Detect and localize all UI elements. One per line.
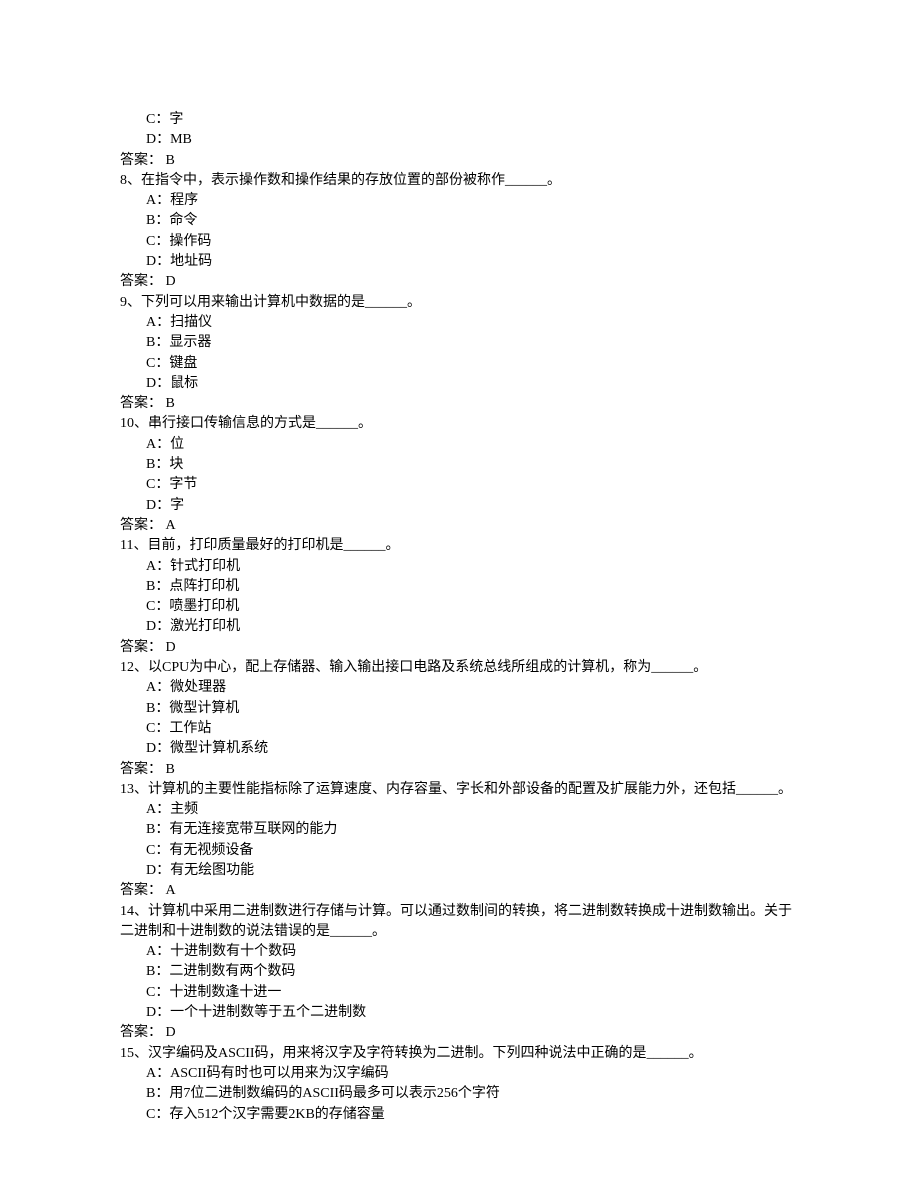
answer-label: 答案： [120, 762, 162, 777]
option: C：操作码 [120, 232, 800, 252]
answer-label: 答案： [120, 396, 162, 411]
question-number: 10、 [120, 416, 148, 431]
option: B：命令 [120, 211, 800, 231]
option: C：存入512个汉字需要2KB的存储容量 [120, 1105, 800, 1125]
question-number: 12、 [120, 660, 148, 675]
question-stem: 11、目前，打印质量最好的打印机是______。 [120, 536, 800, 556]
answer-value: D [162, 640, 176, 655]
answer-line: 答案： D [120, 1023, 800, 1043]
question-text: 目前，打印质量最好的打印机是 [147, 538, 343, 553]
option-c: C：字 [120, 110, 800, 130]
option: B：显示器 [120, 333, 800, 353]
question-number: 9、 [120, 295, 141, 310]
option: D：激光打印机 [120, 617, 800, 637]
question-stem: 15、汉字编码及ASCII码，用来将汉字及字符转换为二进制。下列四种说法中正确的… [120, 1044, 800, 1064]
question-tail: 。 [693, 660, 707, 675]
question-text: 下列可以用来输出计算机中数据的是 [141, 295, 365, 310]
option: B：微型计算机 [120, 699, 800, 719]
option: C：喷墨打印机 [120, 597, 800, 617]
answer-value: D [162, 274, 176, 289]
question-stem: 12、以CPU为中心，配上存储器、输入输出接口电路及系统总线所组成的计算机，称为… [120, 658, 800, 678]
question-stem: 14、计算机中采用二进制数进行存储与计算。可以通过数制间的转换，将二进制数转换成… [120, 902, 800, 943]
question-tail: 。 [358, 416, 372, 431]
question-stem: 9、下列可以用来输出计算机中数据的是______。 [120, 293, 800, 313]
option: D：有无绘图功能 [120, 861, 800, 881]
blank: ______ [505, 173, 547, 188]
answer-line: 答案： A [120, 881, 800, 901]
answer-line: 答案： D [120, 272, 800, 292]
question-tail: 。 [778, 782, 792, 797]
question-tail: 。 [407, 295, 421, 310]
answer-value: B [162, 762, 175, 777]
question-text: 计算机的主要性能指标除了运算速度、内存容量、字长和外部设备的配置及扩展能力外，还… [148, 782, 736, 797]
blank: ______ [647, 1046, 689, 1061]
question-tail: 。 [385, 538, 399, 553]
answer-label: 答案： [120, 274, 162, 289]
option: A：针式打印机 [120, 557, 800, 577]
question-number: 14、 [120, 904, 148, 919]
blank: ______ [365, 295, 407, 310]
option: A：十进制数有十个数码 [120, 942, 800, 962]
option: C：十进制数逢十进一 [120, 983, 800, 1003]
question-text: 汉字编码及ASCII码，用来将汉字及字符转换为二进制。下列四种说法中正确的是 [148, 1046, 647, 1061]
answer-label: 答案： [120, 640, 162, 655]
question-number: 11、 [120, 538, 147, 553]
option: C：工作站 [120, 719, 800, 739]
option: D：微型计算机系统 [120, 739, 800, 759]
option: B：块 [120, 455, 800, 475]
blank: ______ [736, 782, 778, 797]
answer-line: 答案： B [120, 760, 800, 780]
answer-value: B [162, 153, 175, 168]
option: D：一个十进制数等于五个二进制数 [120, 1003, 800, 1023]
option: B：二进制数有两个数码 [120, 962, 800, 982]
question-stem: 10、串行接口传输信息的方式是______。 [120, 414, 800, 434]
option: C：字节 [120, 475, 800, 495]
answer-label: 答案： [120, 518, 162, 533]
question-text: 在指令中，表示操作数和操作结果的存放位置的部份被称作 [141, 173, 505, 188]
option: B：用7位二进制数编码的ASCII码最多可以表示256个字符 [120, 1084, 800, 1104]
answer-line: 答案： D [120, 638, 800, 658]
answer-line: 答案： B [120, 151, 800, 171]
blank: ______ [330, 924, 372, 939]
question-number: 13、 [120, 782, 148, 797]
blank: ______ [651, 660, 693, 675]
question-stem: 8、在指令中，表示操作数和操作结果的存放位置的部份被称作______。 [120, 171, 800, 191]
question-number: 8、 [120, 173, 141, 188]
option: A：微处理器 [120, 678, 800, 698]
answer-value: A [162, 883, 176, 898]
option: B：有无连接宽带互联网的能力 [120, 820, 800, 840]
option: C：有无视频设备 [120, 841, 800, 861]
question-tail: 。 [547, 173, 561, 188]
answer-line: 答案： A [120, 516, 800, 536]
option: A：程序 [120, 191, 800, 211]
blank: ______ [343, 538, 385, 553]
option: A：主频 [120, 800, 800, 820]
answer-value: D [162, 1025, 176, 1040]
answer-label: 答案： [120, 883, 162, 898]
question-number: 15、 [120, 1046, 148, 1061]
option: C：键盘 [120, 354, 800, 374]
option: B：点阵打印机 [120, 577, 800, 597]
answer-value: B [162, 396, 175, 411]
question-tail: 。 [372, 924, 386, 939]
blank: ______ [316, 416, 358, 431]
question-text: 串行接口传输信息的方式是 [148, 416, 316, 431]
option: A：ASCII码有时也可以用来为汉字编码 [120, 1064, 800, 1084]
option: A：扫描仪 [120, 313, 800, 333]
answer-value: A [162, 518, 176, 533]
option-d: D：MB [120, 130, 800, 150]
option: D：地址码 [120, 252, 800, 272]
answer-label: 答案： [120, 1025, 162, 1040]
option: D：字 [120, 496, 800, 516]
question-tail: 。 [689, 1046, 703, 1061]
question-text: 计算机中采用二进制数进行存储与计算。可以通过数制间的转换，将二进制数转换成十进制… [120, 904, 792, 939]
answer-label: 答案： [120, 153, 162, 168]
question-text: 以CPU为中心，配上存储器、输入输出接口电路及系统总线所组成的计算机，称为 [148, 660, 651, 675]
option: A：位 [120, 435, 800, 455]
answer-line: 答案： B [120, 394, 800, 414]
option: D：鼠标 [120, 374, 800, 394]
question-stem: 13、计算机的主要性能指标除了运算速度、内存容量、字长和外部设备的配置及扩展能力… [120, 780, 800, 800]
